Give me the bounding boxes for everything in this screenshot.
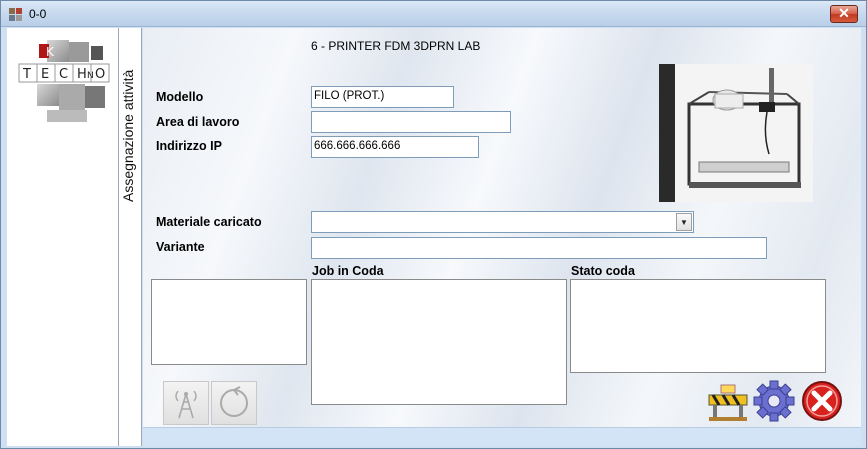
stato-coda-label: Stato coda <box>571 264 635 278</box>
area-lavoro-label: Area di lavoro <box>156 115 240 129</box>
modello-label: Modello <box>156 90 204 104</box>
materiale-label: Materiale caricato <box>156 215 262 229</box>
printer-photo <box>659 64 813 202</box>
svg-text:N: N <box>87 71 94 81</box>
antenna-button[interactable] <box>163 381 209 425</box>
sidebar: K T E C H O N <box>7 28 118 446</box>
refresh-button[interactable] <box>211 381 257 425</box>
app-icon <box>9 8 22 21</box>
left-list[interactable] <box>151 279 307 365</box>
job-in-coda-list[interactable] <box>311 279 567 405</box>
refresh-icon <box>220 386 248 417</box>
main-panel: 6 - PRINTER FDM 3DPRN LAB Modello FILO (… <box>143 28 861 427</box>
variante-field[interactable] <box>311 237 767 259</box>
area-lavoro-field[interactable] <box>311 111 511 133</box>
svg-text:T: T <box>22 67 31 82</box>
svg-text:E: E <box>41 67 49 82</box>
tab-assegnazione-label: Assegnazione attività <box>120 69 136 202</box>
construction-button[interactable] <box>705 379 751 423</box>
chevron-down-icon[interactable]: ▼ <box>676 213 692 231</box>
cancel-icon <box>802 381 842 421</box>
indirizzo-ip-label: Indirizzo IP <box>156 139 222 153</box>
modello-field[interactable]: FILO (PROT.) <box>311 86 454 108</box>
title-bar[interactable]: 0-0 ✕ <box>1 1 866 27</box>
job-in-coda-label: Job in Coda <box>312 264 384 278</box>
window-title: 0-0 <box>29 7 47 21</box>
antenna-icon <box>175 390 197 419</box>
device-title: 6 - PRINTER FDM 3DPRN LAB <box>311 39 481 53</box>
variante-label: Variante <box>156 240 205 254</box>
printer-image <box>659 64 813 202</box>
stato-coda-list[interactable] <box>570 279 826 373</box>
construction-barrier-icon <box>708 384 748 421</box>
svg-text:H: H <box>77 67 87 82</box>
materiale-select[interactable]: ▼ <box>311 211 694 233</box>
techno-logo: K T E C H O N <box>18 40 110 122</box>
close-button[interactable]: ✕ <box>830 5 858 23</box>
svg-text:O: O <box>95 67 105 82</box>
settings-button[interactable] <box>751 379 797 423</box>
logo-accent: K <box>46 45 55 59</box>
gear-icon <box>753 380 795 422</box>
application-window: 0-0 ✕ K T E C H O N Assegnazione attivit… <box>0 0 867 449</box>
activity-tab[interactable]: Assegnazione attività <box>118 28 142 446</box>
indirizzo-ip-field[interactable]: 666.666.666.666 <box>311 136 479 158</box>
status-bar <box>143 427 861 446</box>
cancel-button[interactable] <box>799 379 845 423</box>
svg-text:C: C <box>59 67 68 82</box>
